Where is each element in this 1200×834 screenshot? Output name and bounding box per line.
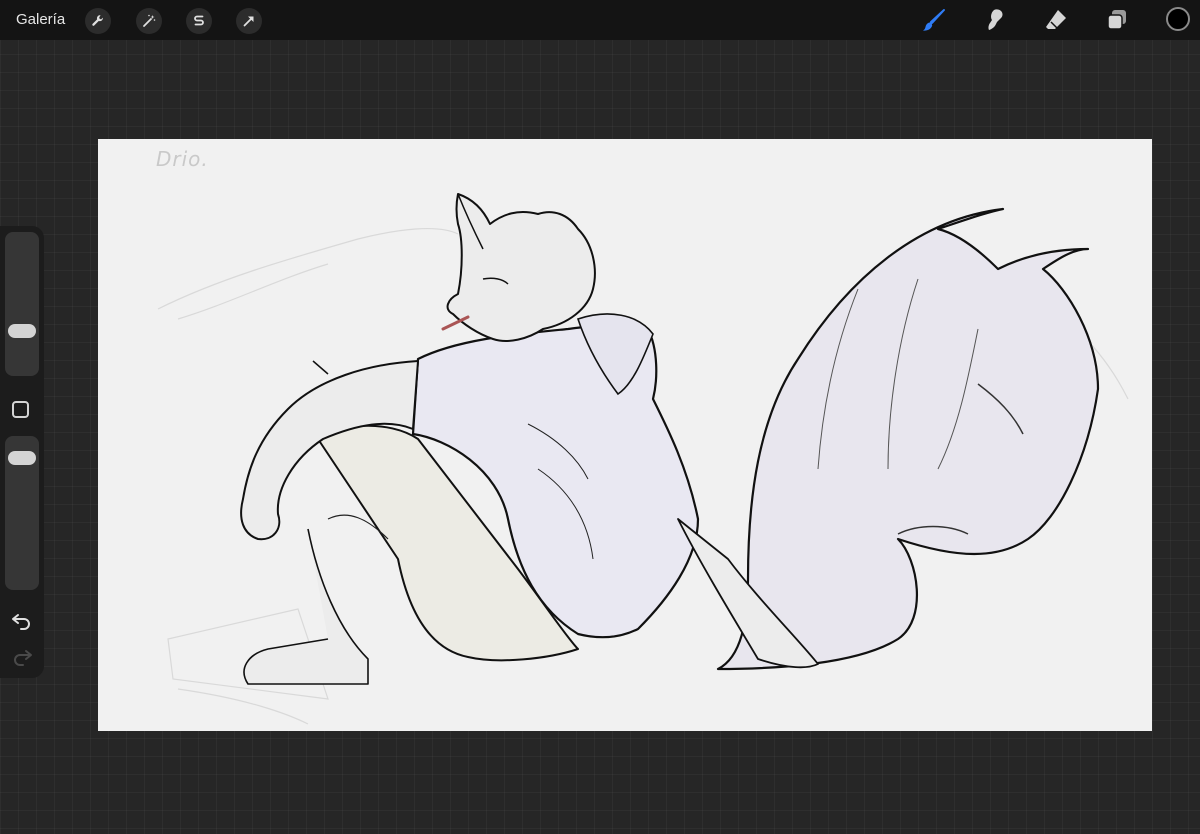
smudge-icon xyxy=(988,9,1003,30)
brush-opacity-slider[interactable] xyxy=(5,436,39,590)
brush-size-slider[interactable] xyxy=(5,232,39,376)
drawing-canvas[interactable]: Drio. xyxy=(98,139,1152,731)
sketch-artwork xyxy=(157,193,1129,725)
brush-tool-button[interactable] xyxy=(920,6,948,34)
color-picker-button[interactable] xyxy=(1166,7,1190,31)
transform-arrow-icon xyxy=(243,16,254,27)
selection-icon xyxy=(194,15,204,26)
adjustments-button[interactable] xyxy=(136,8,162,34)
smudge-tool-button[interactable] xyxy=(981,6,1009,34)
gallery-button[interactable]: Galería xyxy=(16,11,65,28)
brush-opacity-handle[interactable] xyxy=(8,450,36,465)
brush-sidebar xyxy=(0,226,44,678)
brush-icon xyxy=(923,9,945,31)
magic-wand-icon xyxy=(143,14,156,27)
redo-icon[interactable] xyxy=(10,646,34,666)
actions-button[interactable] xyxy=(85,8,111,34)
layers-button[interactable] xyxy=(1103,6,1131,34)
head-drawing xyxy=(441,193,596,342)
top-toolbar: Galería xyxy=(0,0,1200,40)
brush-size-handle[interactable] xyxy=(8,323,36,338)
modify-button[interactable] xyxy=(12,401,29,418)
eraser-tool-button[interactable] xyxy=(1042,6,1070,34)
undo-icon[interactable] xyxy=(10,610,34,630)
eraser-icon xyxy=(1046,10,1066,29)
tail-drawing xyxy=(716,207,1100,671)
layers-icon xyxy=(1107,10,1126,30)
wrench-icon xyxy=(92,15,103,26)
selection-button[interactable] xyxy=(186,8,212,34)
transform-button[interactable] xyxy=(236,8,262,34)
